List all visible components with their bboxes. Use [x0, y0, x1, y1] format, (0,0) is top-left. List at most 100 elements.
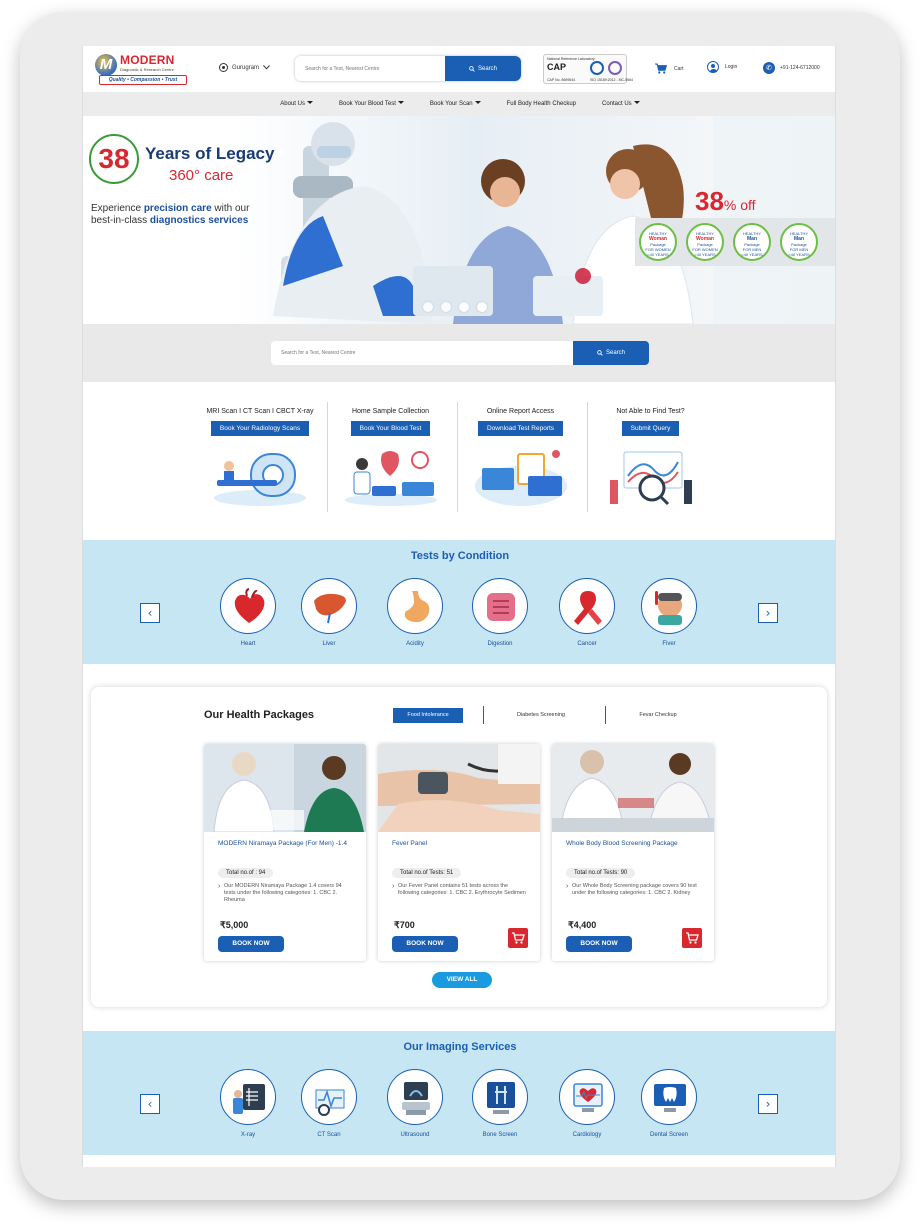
fever-icon — [655, 591, 682, 625]
tab-food-intolerance[interactable]: Food Intolerance — [393, 708, 463, 723]
search-icon — [469, 65, 475, 72]
condition-label: Cancer — [577, 641, 597, 647]
condition-liver[interactable] — [301, 578, 357, 634]
nav-label: Contact Us — [602, 101, 632, 107]
add-to-cart-button[interactable] — [508, 928, 528, 948]
condition-fever[interactable] — [641, 578, 697, 634]
tab-fever-checkup[interactable]: Fevar Checkup — [623, 708, 693, 723]
badge-man-under-40[interactable]: HEALTHY Man Package FOR MEN <40 YEARS — [733, 223, 771, 261]
search-band: Search — [83, 324, 835, 382]
book-now-button[interactable]: BOOK NOW — [218, 936, 284, 952]
offer-number: 38 — [695, 186, 724, 216]
package-photo — [378, 744, 540, 832]
cancer-ribbon-icon — [574, 591, 602, 625]
nav-full-body-checkup[interactable]: Full Body Health Checkup — [494, 101, 589, 107]
login-link[interactable]: Login — [707, 61, 737, 73]
main-search-button[interactable]: Search — [573, 341, 649, 365]
chevron-left-icon[interactable]: ‹ — [140, 603, 160, 623]
package-name[interactable]: Whole Body Blood Screening Package — [566, 840, 706, 848]
condition-cancer[interactable] — [559, 578, 615, 634]
chevron-right-icon[interactable]: › — [758, 1094, 778, 1114]
chevron-left-icon[interactable]: ‹ — [140, 1094, 160, 1114]
imaging-bone-screen[interactable] — [472, 1069, 528, 1125]
add-to-cart-button[interactable] — [682, 928, 702, 948]
cap-number: CAP No. 8699544 — [547, 78, 576, 82]
imaging-services: Our Imaging Services ‹ › X-ray CT Scan U… — [83, 1031, 835, 1155]
package-card[interactable]: Fever Panel Total no.of Tests: 51 Our Fe… — [378, 744, 540, 961]
imaging-label: Ultrasound — [400, 1132, 430, 1138]
service-home-collection: Home Sample Collection Book Your Blood T… — [327, 402, 453, 512]
book-radiology-button[interactable]: Book Your Radiology Scans — [210, 421, 310, 436]
condition-label: Liver — [322, 641, 336, 647]
badge-woman-under-40[interactable]: HEALTHY Woman Package FOR WOMEN <40 YEARS — [639, 223, 677, 261]
badge-man-over-40[interactable]: HEALTHY Man Package FOR MEN >40 YEARS — [780, 223, 818, 261]
hero-banner[interactable]: 38 Years of Legacy 360° care Experience … — [83, 116, 835, 324]
cart-link[interactable]: Cart — [655, 63, 683, 74]
cart-icon — [686, 932, 699, 944]
imaging-cardiology[interactable] — [559, 1069, 615, 1125]
cap-logo: CAP — [547, 62, 567, 72]
imaging-xray[interactable] — [220, 1069, 276, 1125]
imaging-ultrasound[interactable] — [387, 1069, 443, 1125]
imaging-label: Cardiology — [572, 1132, 602, 1138]
phone-icon: ✆ — [763, 62, 775, 74]
header-search-input[interactable] — [295, 56, 445, 81]
logo-subtitle: Diagnostic & Research Centre — [120, 67, 174, 72]
badge-woman-over-40[interactable]: HEALTHY Woman Package FOR WOMEN >40 YEARS — [686, 223, 724, 261]
package-name[interactable]: Fever Panel — [392, 840, 532, 848]
cart-icon — [512, 932, 525, 944]
condition-heart[interactable] — [220, 578, 276, 634]
nav-book-blood-test[interactable]: Book Your Blood Test — [326, 101, 417, 107]
package-photo — [204, 744, 366, 832]
carousel-dot[interactable] — [441, 302, 451, 312]
package-card[interactable]: MODERN Niramaya Package (For Men) -1.4 T… — [204, 744, 366, 961]
iso-number: ISO 15189:2012 - MC-5564 — [590, 78, 633, 82]
tagline-text: with our — [211, 203, 250, 214]
nav-book-scan[interactable]: Book Your Scan — [417, 101, 494, 107]
condition-acidity[interactable] — [387, 578, 443, 634]
condition-label: Fiver — [662, 641, 676, 647]
service-online-report: Online Report Access Download Test Repor… — [457, 402, 583, 512]
book-blood-test-button[interactable]: Book Your Blood Test — [350, 421, 431, 436]
package-price: ₹5,000 — [220, 920, 249, 930]
caret-down-icon — [633, 101, 640, 104]
mri-scanner-illustration — [214, 453, 306, 506]
chevron-right-icon[interactable]: › — [758, 603, 778, 623]
phone-link[interactable]: ✆ +91-124-6712000 — [763, 62, 820, 74]
xray-icon — [233, 1084, 265, 1114]
location-selector[interactable]: Gurugram — [219, 63, 270, 72]
imaging-ct-scan[interactable] — [301, 1069, 357, 1125]
main-search-input[interactable] — [271, 341, 571, 365]
header-search-button[interactable]: Search — [445, 56, 521, 81]
caret-down-icon — [474, 101, 481, 104]
caret-down-icon — [306, 101, 313, 104]
logo[interactable]: M MODERN Diagnostic & Research Centre Qu… — [95, 52, 189, 86]
dental-icon — [654, 1084, 686, 1112]
carousel-dot-active[interactable] — [477, 302, 487, 312]
tests-by-condition: Tests by Condition ‹ › Heart Liver Acidi… — [83, 540, 835, 664]
submit-query-button[interactable]: Submit Query — [621, 421, 680, 436]
nav-about-us[interactable]: About Us — [267, 101, 326, 107]
tagline-text: best-in-class — [91, 215, 150, 226]
package-description: Our Fever Panel contains 51 tests across… — [392, 883, 528, 897]
package-card[interactable]: Whole Body Blood Screening Package Total… — [552, 744, 714, 961]
hero-care-text: 360° care — [169, 167, 234, 184]
imaging-dental-screen[interactable] — [641, 1069, 697, 1125]
tab-diabetes-screening[interactable]: Diabetes Screening — [503, 708, 579, 723]
book-now-button[interactable]: BOOK NOW — [566, 936, 632, 952]
ct-scan-icon — [315, 1089, 345, 1116]
header-search: Search — [295, 56, 521, 81]
condition-digestion[interactable] — [472, 578, 528, 634]
carousel-dot[interactable] — [423, 302, 433, 312]
download-reports-button[interactable]: Download Test Reports — [477, 421, 564, 436]
service-title: Home Sample Collection — [351, 408, 430, 415]
header: M MODERN Diagnostic & Research Centre Qu… — [83, 46, 835, 92]
book-now-button[interactable]: BOOK NOW — [392, 936, 458, 952]
hero-years-badge: 38 — [89, 134, 139, 184]
view-all-button[interactable]: VIEW ALL — [432, 972, 492, 988]
carousel-dot[interactable] — [459, 302, 469, 312]
section-title: Tests by Condition — [410, 550, 510, 562]
nav-contact-us[interactable]: Contact Us — [589, 101, 653, 107]
package-name[interactable]: MODERN Niramaya Package (For Men) -1.4 — [218, 840, 358, 848]
hero-years-text: Years of Legacy — [145, 144, 275, 163]
